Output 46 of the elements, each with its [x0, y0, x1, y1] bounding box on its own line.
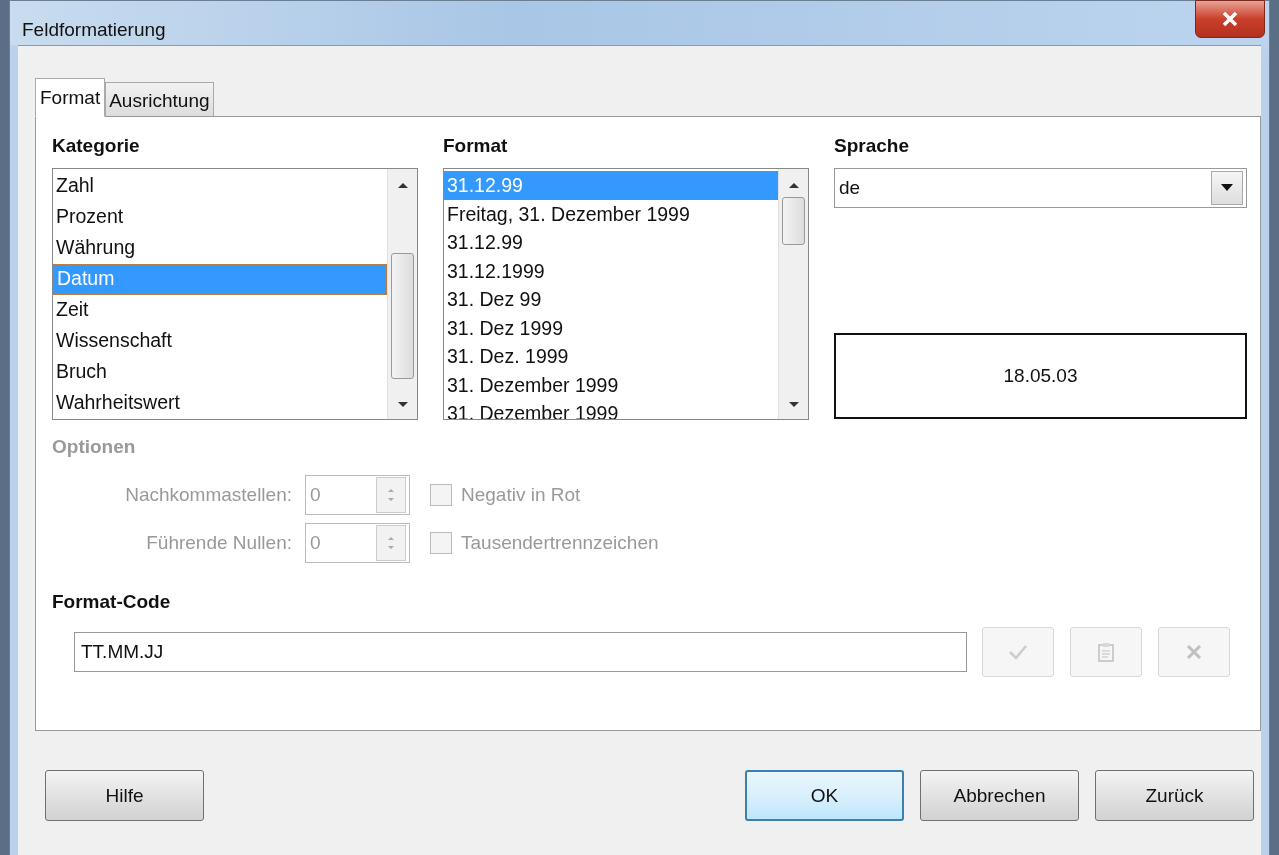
scroll-up-icon[interactable] — [787, 181, 800, 189]
list-item[interactable]: 31.12.1999 — [444, 256, 778, 285]
field-label: Format-Code — [52, 591, 171, 613]
list-item[interactable]: 31. Dezember 1999 — [444, 370, 778, 399]
preview-text: 18.05.03 — [1003, 365, 1078, 387]
scroll-up-icon[interactable] — [396, 181, 409, 189]
list-label: Format — [443, 135, 509, 157]
list-item[interactable]: Zeit — [53, 295, 387, 326]
list-item[interactable]: 31. Dez 1999 — [444, 313, 778, 342]
format-code-field[interactable]: TT.MM.JJ — [74, 632, 968, 672]
language-dropdown[interactable]: de — [834, 168, 1247, 208]
list-item[interactable]: Wahrheitswert — [53, 388, 387, 419]
list-label: Kategorie — [52, 135, 141, 157]
scroll-down-icon[interactable] — [787, 401, 800, 409]
window-title: Feldformatierung — [22, 19, 166, 41]
field-label: Nachkommastellen: — [124, 484, 292, 506]
list-item[interactable]: Freitag, 31. Dezember 1999 — [444, 199, 778, 228]
scrollbar[interactable] — [387, 169, 417, 419]
dialog-button[interactable]: OK — [745, 770, 904, 821]
dialog-button[interactable]: Abbrechen — [920, 770, 1079, 821]
scrollbar[interactable] — [778, 169, 808, 419]
dropdown-arrow-icon — [1221, 184, 1233, 192]
delete-icon — [1186, 644, 1203, 660]
close-icon — [1221, 11, 1239, 27]
category-list[interactable]: Zahl Prozent Währung Datum Zeit Wissenschaft Bruch Wahrheitswert — [52, 168, 418, 420]
close-button[interactable] — [1195, 0, 1265, 38]
scroll-thumb[interactable] — [391, 253, 414, 379]
list-item[interactable]: Zahl — [53, 171, 387, 202]
list-item[interactable]: 31. Dez 99 — [444, 285, 778, 314]
scroll-thumb[interactable] — [782, 197, 805, 245]
field-label: Führende Nullen: — [145, 532, 292, 554]
checkmark-icon — [1008, 644, 1029, 660]
list-item[interactable]: 31. Dez. 1999 — [444, 342, 778, 371]
help-button[interactable]: Hilfe — [45, 770, 204, 821]
scroll-down-icon[interactable] — [396, 401, 409, 409]
tab[interactable]: Ausrichtung — [105, 82, 214, 116]
dropdown-label: Sprache — [834, 135, 910, 157]
tab[interactable]: Format — [35, 78, 106, 117]
list-item[interactable]: 31.12.99 — [444, 228, 778, 257]
clipboard-icon — [1098, 642, 1115, 662]
list-item[interactable]: Bruch — [53, 357, 387, 388]
list-item[interactable]: Prozent — [53, 202, 387, 233]
section-label: Optionen — [52, 436, 137, 458]
list-item[interactable]: Währung — [53, 233, 387, 264]
list-item[interactable]: Wissenschaft — [53, 326, 387, 357]
dialog-button[interactable]: Zurück — [1095, 770, 1254, 821]
